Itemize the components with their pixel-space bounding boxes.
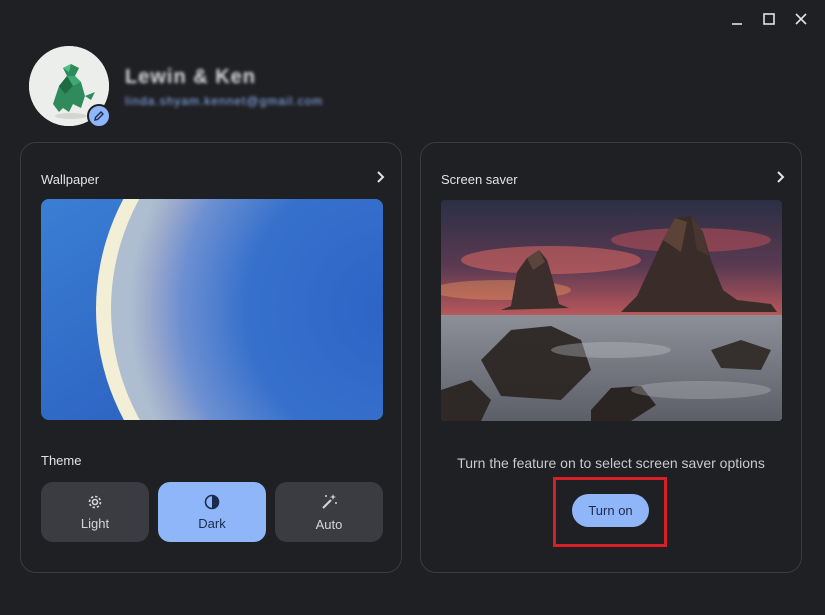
edit-avatar-button[interactable]	[87, 104, 111, 128]
wallpaper-header[interactable]: Wallpaper	[41, 169, 385, 189]
theme-auto-button[interactable]: Auto	[275, 482, 383, 542]
magic-wand-icon	[322, 493, 337, 509]
minimize-icon	[732, 23, 742, 25]
screen-saver-header[interactable]: Screen saver	[441, 169, 785, 189]
theme-light-label: Light	[80, 515, 110, 531]
minimize-button[interactable]	[721, 9, 753, 29]
turn-on-button[interactable]: Turn on	[572, 494, 649, 527]
theme-light-button[interactable]: Light	[41, 482, 149, 542]
screen-saver-card: Screen saver Turn the feature on to sele…	[420, 142, 802, 573]
screen-saver-message: Turn the feature on to select screen sav…	[457, 455, 765, 471]
screen-saver-preview[interactable]	[441, 200, 782, 421]
theme-label: Theme	[41, 453, 82, 468]
maximize-button[interactable]	[753, 9, 785, 29]
theme-dark-button[interactable]: Dark	[158, 482, 266, 542]
theme-auto-label: Auto	[315, 516, 343, 532]
chevron-right-icon	[775, 170, 785, 188]
theme-selector: Light Dark Auto	[41, 482, 383, 542]
wallpaper-card: Wallpaper Theme Light Dark Auto	[20, 142, 402, 573]
window-controls	[721, 9, 817, 29]
pencil-icon	[94, 111, 104, 121]
user-profile: Lewin & Ken linda.shyam.kennet@gmail.com	[29, 46, 324, 128]
maximize-icon	[763, 13, 775, 25]
half-circle-icon	[204, 494, 220, 509]
chevron-right-icon	[375, 170, 385, 188]
close-button[interactable]	[785, 9, 817, 29]
screen-saver-title: Screen saver	[441, 171, 518, 187]
wallpaper-preview[interactable]	[41, 199, 383, 420]
gear-icon	[88, 495, 102, 508]
close-icon	[795, 13, 807, 25]
wallpaper-title: Wallpaper	[41, 171, 100, 187]
theme-dark-label: Dark	[198, 515, 226, 531]
profile-email: linda.shyam.kennet@gmail.com	[125, 94, 324, 108]
profile-name: Lewin & Ken	[125, 66, 257, 88]
avatar[interactable]	[29, 46, 111, 128]
